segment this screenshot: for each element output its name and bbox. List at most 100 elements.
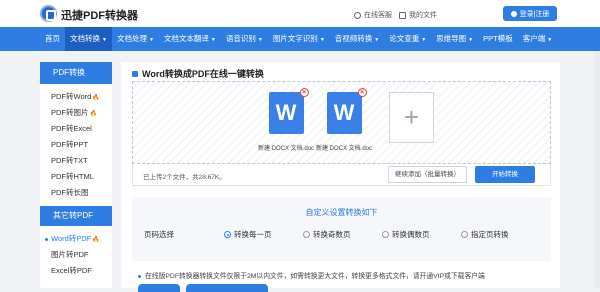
settings-title: 自定义设置转换如下 xyxy=(305,208,378,217)
sidebar-item-pdf-to-html[interactable]: PDF转HTML xyxy=(40,169,112,185)
online-help-label: 在线客服 xyxy=(364,12,392,19)
nav-label: 文档转换 xyxy=(70,34,100,43)
file-name: 新建 DOCX 文档.docx xyxy=(316,146,372,152)
file-letter: W xyxy=(333,100,355,125)
radio-checked-icon xyxy=(224,231,231,238)
caret-down-icon: ▼ xyxy=(547,37,553,43)
radio-label: 转换奇数页 xyxy=(313,230,351,239)
login-button[interactable]: 登录|注册 xyxy=(503,6,557,21)
online-help-link[interactable]: 在线客服 xyxy=(354,10,392,20)
sidebar-item-pdf-to-excel[interactable]: PDF转Excel xyxy=(40,121,112,137)
upload-status-bar: 已上传2个文件，共28.67K。 继续添加（批量转换） 开始转换 xyxy=(132,164,551,186)
sidebar: PDF转换 PDF转Word🔥 PDF转图片🔥 PDF转Excel PDF转PP… xyxy=(40,62,112,288)
nav-label: 文档处理 xyxy=(116,34,147,43)
brand-name[interactable]: 迅捷PDF转换器 xyxy=(61,7,138,23)
start-convert-button[interactable]: 开始转换 xyxy=(475,166,535,183)
download-client-button[interactable] xyxy=(186,284,268,292)
upload-dropzone[interactable]: W × 新建 DOCX 文档.docx W × 新建 DOCX 文档.docx + xyxy=(132,81,551,164)
page-title: Word转换成PDF在线一键转换 xyxy=(132,67,264,80)
radio-specified-pages[interactable]: 指定页转换 xyxy=(461,229,509,240)
nav-label: 图片文字识别 xyxy=(272,34,318,43)
sidebar-item-label: PDF转图片 xyxy=(51,108,89,117)
sidebar-item-label: PDF转TXT xyxy=(51,156,88,165)
caret-down-icon: ▼ xyxy=(421,37,427,43)
nav-item-mindmap[interactable]: 思维导图 ▼ xyxy=(431,27,478,51)
remove-file-icon[interactable]: × xyxy=(299,88,309,97)
radio-even-pages[interactable]: 转换偶数页 xyxy=(382,229,430,240)
file-letter: W xyxy=(275,100,297,125)
limit-note: 在线版PDF转换器转换文件仅限于2M以内文件，如需转换更大文件，转换更多格式文件… xyxy=(138,270,485,280)
nav-item-doc-convert[interactable]: 文档转换 ▼ xyxy=(65,27,112,51)
radio-unchecked-icon xyxy=(382,231,389,238)
nav-item-plagiarism[interactable]: 论文查重 ▼ xyxy=(384,27,431,51)
start-convert-label: 开始转换 xyxy=(492,171,518,178)
radio-label: 转换偶数页 xyxy=(392,230,430,239)
nav-item-client[interactable]: 客户端 ▼ xyxy=(518,27,557,51)
file-name: 新建 DOCX 文档.docx xyxy=(258,146,314,152)
nav-item-doc-process[interactable]: 文档处理 ▼ xyxy=(112,27,159,51)
sidebar-group-title: 其它转PDF xyxy=(40,206,112,226)
header: 迅捷PDF转换器 在线客服 我的文件 登录|注册 xyxy=(0,0,600,27)
nav-item-translate[interactable]: 文档文本翻译 ▼ xyxy=(159,27,221,51)
radio-unchecked-icon xyxy=(303,231,310,238)
nav-item-speech[interactable]: 语音识别 ▼ xyxy=(221,27,268,51)
file-card[interactable]: W × 新建 DOCX 文档.docx xyxy=(316,88,372,152)
page-title-text: Word转换成PDF在线一键转换 xyxy=(142,69,264,79)
word-file-icon: W × xyxy=(268,88,309,134)
sidebar-item-excel-to-pdf[interactable]: Excel转PDF xyxy=(40,263,112,279)
radio-label: 转换每一页 xyxy=(234,230,272,239)
file-card[interactable]: W × 新建 DOCX 文档.docx xyxy=(258,88,314,152)
nav-label: PPT模板 xyxy=(483,34,513,43)
sidebar-item-pdf-to-word[interactable]: PDF转Word🔥 xyxy=(40,89,112,105)
radio-unchecked-icon xyxy=(461,231,468,238)
sidebar-item-label: PDF转Word xyxy=(51,92,92,101)
nav-item-media[interactable]: 音视频转换 ▼ xyxy=(330,27,384,51)
sidebar-item-label: 图片转PDF xyxy=(51,250,89,259)
sidebar-item-pdf-to-txt[interactable]: PDF转TXT xyxy=(40,153,112,169)
scrollbar[interactable] xyxy=(594,51,600,288)
fire-icon: 🔥 xyxy=(89,111,97,117)
headset-icon xyxy=(354,11,361,19)
settings-panel: 自定义设置转换如下 页码选择 转换每一页 转换奇数页 转换偶数页 指定页转换 xyxy=(132,197,551,261)
sidebar-item-word-to-pdf[interactable]: Word转PDF🔥 xyxy=(40,231,112,247)
nav-label: 音视频转换 xyxy=(334,34,373,43)
sidebar-item-pdf-to-longimage[interactable]: PDF转长图 xyxy=(40,185,112,201)
radio-label: 指定页转换 xyxy=(471,230,509,239)
sidebar-item-image-to-pdf[interactable]: 图片转PDF xyxy=(40,247,112,263)
nav-item-ppt[interactable]: PPT模板 xyxy=(478,27,518,51)
caret-down-icon: ▼ xyxy=(102,37,107,43)
caret-down-icon: ▼ xyxy=(210,37,216,43)
sidebar-item-pdf-to-image[interactable]: PDF转图片🔥 xyxy=(40,105,112,121)
page-select-label: 页码选择 xyxy=(144,230,174,239)
my-files-label: 我的文件 xyxy=(409,12,437,19)
radio-every-page[interactable]: 转换每一页 xyxy=(224,229,272,240)
continue-add-button[interactable]: 继续添加（批量转换） xyxy=(388,166,467,183)
remove-file-icon[interactable]: × xyxy=(357,88,367,97)
nav-label: 语音识别 xyxy=(225,34,256,43)
logo-icon[interactable] xyxy=(40,5,57,22)
word-file-icon: W × xyxy=(326,88,367,134)
main-panel: Word转换成PDF在线一键转换 W × 新建 DOCX 文档.docx W × 新… xyxy=(121,62,560,292)
sidebar-item-label: Word转PDF xyxy=(51,234,92,243)
sidebar-item-pdf-to-ppt[interactable]: PDF转PPT xyxy=(40,137,112,153)
nav-label: 思维导图 xyxy=(436,34,467,43)
nav-label: 首页 xyxy=(45,34,60,43)
fire-icon: 🔥 xyxy=(92,95,100,101)
nav-item-ocr[interactable]: 图片文字识别 ▼ xyxy=(268,27,330,51)
document-icon xyxy=(399,11,406,19)
vip-button[interactable] xyxy=(138,284,180,292)
main-nav: 首页 文档转换 ▼ 文档处理 ▼ 文档文本翻译 ▼ 语音识别 ▼ 图片文字识别 ▼ 音视频… xyxy=(0,27,600,51)
sidebar-item-label: PDF转长图 xyxy=(51,188,89,197)
add-file-button[interactable]: + xyxy=(389,92,434,143)
sidebar-item-label: PDF转Excel xyxy=(51,124,92,133)
sidebar-group-title: PDF转换 xyxy=(40,62,112,84)
user-icon xyxy=(510,10,517,17)
nav-item-home[interactable]: 首页 xyxy=(40,27,65,51)
sidebar-item-label: Excel转PDF xyxy=(51,266,92,275)
login-label: 登录|注册 xyxy=(519,10,550,18)
radio-odd-pages[interactable]: 转换奇数页 xyxy=(303,229,351,240)
fire-icon: 🔥 xyxy=(92,237,100,243)
file-count-text: 已上传2个文件，共28.67K。 xyxy=(143,174,226,181)
caret-down-icon: ▼ xyxy=(374,37,380,43)
my-files-link[interactable]: 我的文件 xyxy=(399,10,437,20)
